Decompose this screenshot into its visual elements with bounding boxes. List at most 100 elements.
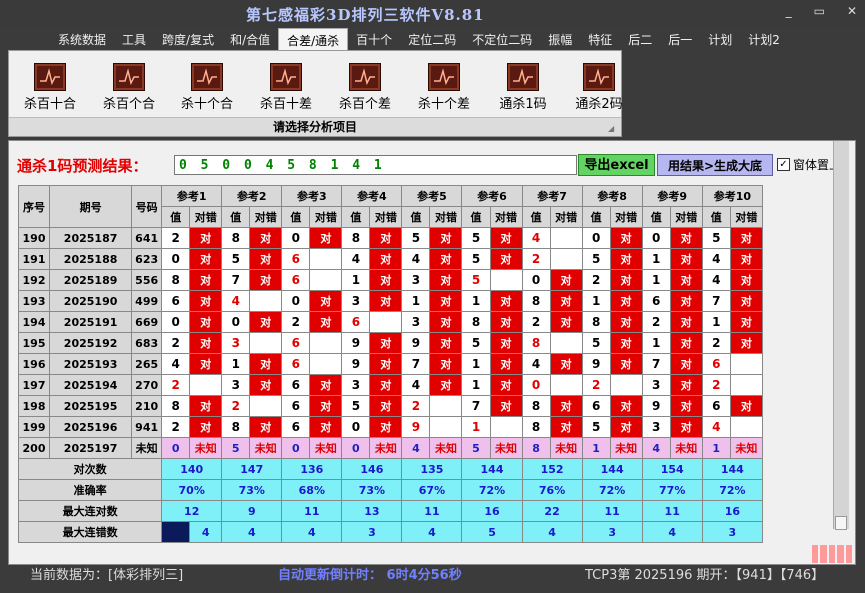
checkbox-box[interactable]: ✓ [777, 158, 790, 171]
close-button[interactable]: ✕ [847, 4, 857, 18]
stats-value: 4 [189, 521, 223, 543]
menu-item[interactable]: 后二 [620, 28, 660, 50]
hit-mark: 对 [249, 227, 283, 249]
menu-item[interactable]: 合差/通杀 [278, 28, 349, 50]
menu-item[interactable]: 不定位二码 [464, 28, 540, 50]
ref-value: 1 [641, 332, 671, 354]
vertical-scrollbar[interactable] [833, 141, 849, 530]
menu-item[interactable]: 振幅 [540, 28, 580, 50]
ref-value: 6 [281, 395, 311, 417]
row-seq: 200 [18, 437, 51, 459]
generate-base-button[interactable]: 用结果>生成大底 [657, 154, 773, 176]
ref-value: 6 [701, 395, 731, 417]
table-row: 195 2025192 683 2 对 3 6 9 对 9 对 5 对 8 5 对 1 对 2 对 [18, 332, 763, 354]
always-on-top-checkbox[interactable]: ✓ 窗体置上 [777, 156, 841, 173]
hit-mark: 对 [189, 395, 223, 417]
menu-item[interactable]: 定位二码 [400, 28, 464, 50]
ref-value: 4 [701, 416, 731, 438]
ribbon-button[interactable]: 杀百个差 [329, 59, 401, 112]
ref-header: 参考5 [401, 185, 463, 207]
minimize-button[interactable]: _ [786, 4, 792, 18]
ribbon-button[interactable]: 通杀2码 [563, 59, 635, 112]
ribbon-button-label: 杀百十合 [23, 97, 76, 112]
ref-value: 6 [281, 416, 311, 438]
miss-mark [549, 227, 583, 249]
hit-mark: 对 [729, 332, 763, 354]
ref-value: 1 [461, 290, 491, 312]
menu-item[interactable]: 跨度/复式 [154, 28, 222, 50]
stats-value: 152 [521, 458, 583, 480]
ribbon-expand-icon[interactable]: ◢ [608, 124, 618, 134]
miss-mark [429, 416, 463, 438]
ref-header: 参考9 [641, 185, 703, 207]
table-row: 198 2025195 210 8 对 2 6 对 5 对 2 7 对 8 对 6 对 9 对 6 对 [18, 395, 763, 417]
hit-mark: 对 [669, 227, 703, 249]
menu-item[interactable]: 百十个 [348, 28, 400, 50]
pending-value: 4 [401, 437, 431, 459]
prediction-output[interactable]: 0 5 0 0 4 5 8 1 4 1 [174, 155, 577, 175]
row-period: 2025188 [49, 248, 133, 270]
ribbon-button[interactable]: 杀百十差 [250, 59, 322, 112]
ref-value: 6 [281, 353, 311, 375]
ref-value: 0 [281, 227, 311, 249]
ref-value: 8 [521, 332, 551, 354]
ribbon-button[interactable]: 通杀1码 [487, 59, 559, 112]
row-period: 2025197 [49, 437, 133, 459]
stats-row: 准确率 70% 73% 68% 73% 67% 72% 76% 72% 77% 72% [18, 479, 763, 501]
ref-value: 6 [281, 332, 311, 354]
ribbon-button-label: 杀百十差 [259, 97, 312, 112]
sub-header-value: 值 [341, 206, 371, 228]
chart-icon [428, 63, 460, 91]
ref-value: 0 [581, 227, 611, 249]
ref-value: 5 [581, 416, 611, 438]
ref-value: 3 [341, 374, 371, 396]
stats-value: 135 [401, 458, 463, 480]
hit-mark: 对 [729, 395, 763, 417]
row-period: 2025193 [49, 353, 133, 375]
sub-header-value: 值 [521, 206, 551, 228]
sub-header-value: 值 [581, 206, 611, 228]
ref-value: 6 [641, 290, 671, 312]
menu-item[interactable]: 系统数据 [50, 28, 114, 50]
hit-mark: 对 [309, 290, 343, 312]
menu-item[interactable]: 特征 [580, 28, 620, 50]
hit-mark: 对 [489, 311, 523, 333]
chart-icon [583, 63, 615, 91]
sub-header-value: 值 [161, 206, 191, 228]
hit-mark: 对 [669, 290, 703, 312]
ribbon-button[interactable]: 杀百十合 [14, 59, 86, 112]
ref-value: 0 [341, 416, 371, 438]
ribbon-button-label: 通杀1码 [499, 97, 547, 112]
ref-value: 4 [341, 248, 371, 270]
ref-value: 7 [641, 353, 671, 375]
hit-mark: 对 [189, 248, 223, 270]
ribbon-button-label: 通杀2码 [575, 97, 623, 112]
row-seq: 196 [18, 353, 51, 375]
hit-mark: 对 [609, 248, 643, 270]
menu-item[interactable]: 工具 [114, 28, 154, 50]
ref-value: 2 [221, 395, 251, 417]
menu-item[interactable]: 计划 [700, 28, 740, 50]
hit-mark: 对 [189, 353, 223, 375]
ribbon-button[interactable]: 杀百个合 [93, 59, 165, 112]
sub-header-result: 对错 [669, 206, 703, 228]
menu-item[interactable]: 后一 [660, 28, 700, 50]
row-period: 2025190 [49, 290, 133, 312]
ref-value: 0 [641, 227, 671, 249]
ref-value: 6 [281, 269, 311, 291]
maximize-button[interactable]: ▭ [814, 4, 825, 18]
stats-value: 5 [461, 521, 523, 543]
ref-value: 0 [221, 311, 251, 333]
menu-item[interactable]: 计划2 [740, 28, 788, 50]
scroll-thumb[interactable] [835, 516, 847, 530]
hit-mark: 对 [429, 227, 463, 249]
ribbon-button[interactable]: 杀十个差 [408, 59, 480, 112]
pending-result: 未知 [189, 437, 223, 459]
ribbon-button[interactable]: 杀十个合 [171, 59, 243, 112]
menu-item[interactable]: 和/合值 [222, 28, 278, 50]
row-seq: 198 [18, 395, 51, 417]
ref-value: 2 [581, 269, 611, 291]
stats-label: 对次数 [18, 458, 163, 480]
export-excel-button[interactable]: 导出excel [578, 154, 655, 176]
ref-value: 8 [521, 290, 551, 312]
